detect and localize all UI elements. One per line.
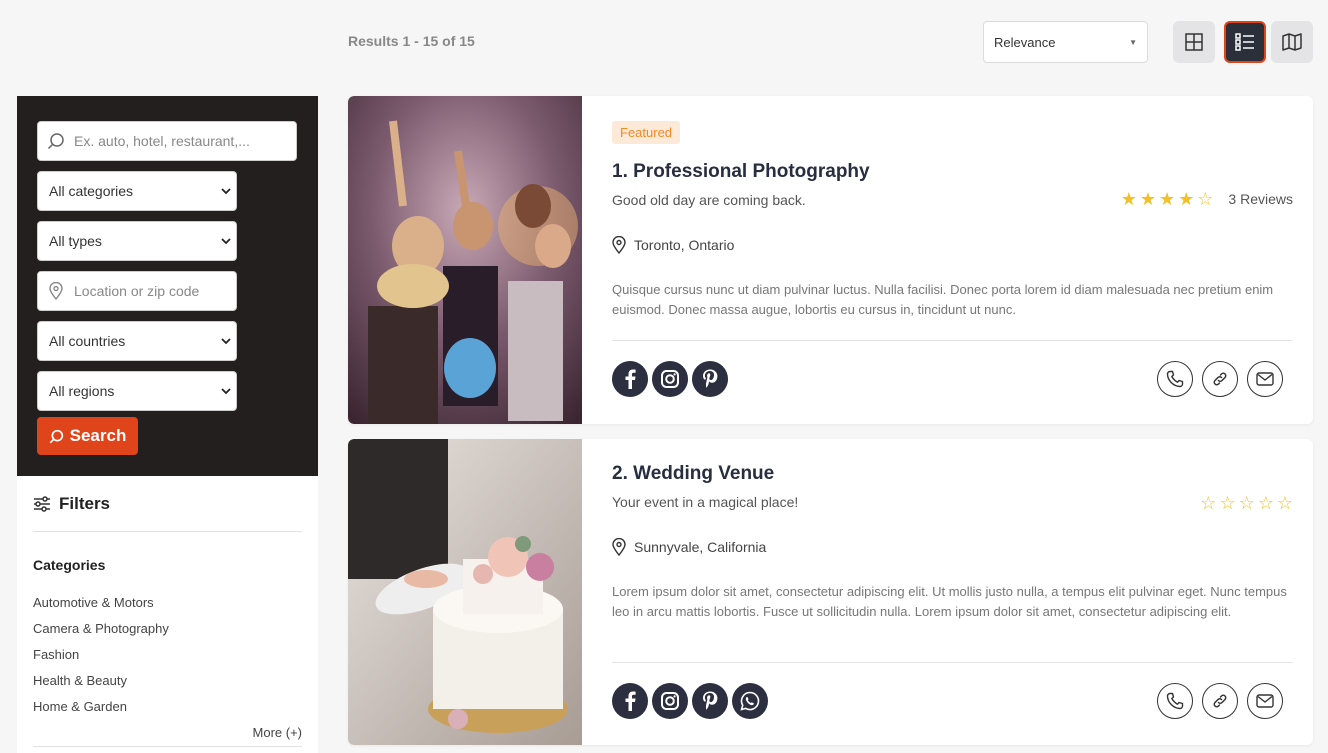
country-select-label: All countries: [49, 333, 126, 349]
chevron-down-icon: [216, 337, 236, 345]
listing-card[interactable]: 2. Wedding Venue Your event in a magical…: [348, 439, 1313, 745]
grid-view-button[interactable]: [1173, 21, 1215, 63]
location-pin-icon: [38, 282, 74, 300]
star-empty-icon: ☆: [1197, 189, 1214, 209]
star-empty-icon: ☆: [1276, 493, 1293, 513]
sliders-icon: [34, 496, 50, 512]
location-pin-icon: [612, 236, 626, 254]
chevron-down-icon: [216, 387, 236, 395]
link-icon[interactable]: [1202, 361, 1238, 397]
search-button[interactable]: Search: [37, 417, 138, 455]
category-list: Automotive & Motors Camera & Photography…: [33, 595, 169, 725]
listing-card[interactable]: Featured 1. Professional Photography Goo…: [348, 96, 1313, 424]
listing-tagline: Your event in a magical place!: [612, 494, 799, 510]
divider: [33, 531, 302, 532]
divider: [33, 746, 302, 747]
more-categories-link[interactable]: More (+): [253, 725, 302, 740]
star-empty-icon: ☆: [1219, 493, 1236, 513]
category-item[interactable]: Automotive & Motors: [33, 595, 169, 621]
region-select-label: All regions: [49, 383, 115, 399]
filters-panel: Filters Categories Automotive & Motors C…: [17, 476, 318, 753]
location-placeholder: Location or zip code: [74, 283, 200, 299]
listing-actions: [1157, 683, 1283, 719]
divider: [612, 662, 1293, 663]
type-select-label: All types: [49, 233, 102, 249]
star-empty-icon: ☆: [1257, 493, 1274, 513]
star-filled-icon: ★: [1139, 189, 1156, 209]
listing-location: Sunnyvale, California: [612, 538, 766, 556]
facebook-icon[interactable]: [612, 683, 648, 719]
category-item[interactable]: Home & Garden: [33, 699, 169, 725]
list-icon: [1235, 33, 1254, 51]
listing-location: Toronto, Ontario: [612, 236, 734, 254]
keyword-placeholder: Ex. auto, hotel, restaurant,...: [74, 133, 250, 149]
phone-icon[interactable]: [1157, 683, 1193, 719]
listing-actions: [1157, 361, 1283, 397]
star-filled-icon: ★: [1178, 189, 1195, 209]
featured-badge: Featured: [612, 121, 681, 144]
category-select[interactable]: All categories: [37, 171, 237, 211]
listing-location-text: Sunnyvale, California: [634, 539, 767, 555]
filters-title: Filters: [59, 494, 111, 513]
results-count: Results 1 - 15 of 15: [348, 33, 475, 49]
location-input[interactable]: Location or zip code: [37, 271, 237, 311]
instagram-icon[interactable]: [652, 683, 688, 719]
map-icon: [1282, 33, 1302, 51]
sort-select[interactable]: Relevance ▼: [983, 21, 1148, 63]
listing-rating: ☆ ☆ ☆ ☆ ☆: [1200, 494, 1293, 512]
search-icon: [38, 132, 74, 150]
categories-title: Categories: [33, 557, 106, 573]
keyword-input[interactable]: Ex. auto, hotel, restaurant,...: [37, 121, 297, 161]
star-empty-icon: ☆: [1238, 493, 1255, 513]
facebook-icon[interactable]: [612, 361, 648, 397]
map-view-button[interactable]: [1271, 21, 1313, 63]
whatsapp-icon[interactable]: [732, 683, 768, 719]
listing-photo-wedding-cake[interactable]: [348, 439, 582, 745]
search-icon: [49, 429, 63, 443]
category-item[interactable]: Camera & Photography: [33, 621, 169, 647]
reviews-count[interactable]: 3 Reviews: [1228, 191, 1293, 207]
phone-icon[interactable]: [1157, 361, 1193, 397]
instagram-icon[interactable]: [652, 361, 688, 397]
category-select-label: All categories: [49, 183, 134, 199]
grid-icon: [1185, 33, 1203, 51]
country-select[interactable]: All countries: [37, 321, 237, 361]
social-links: [612, 361, 728, 397]
listing-photo-party[interactable]: [348, 96, 582, 424]
listing-tagline: Good old day are coming back.: [612, 192, 806, 208]
chevron-down-icon: [216, 187, 236, 195]
divider: [612, 340, 1293, 341]
category-item[interactable]: Fashion: [33, 647, 169, 673]
social-links: [612, 683, 768, 719]
listing-title[interactable]: 1. Professional Photography: [612, 161, 870, 183]
listing-rating: ★ ★ ★ ★ ☆ 3 Reviews: [1121, 190, 1293, 208]
region-select[interactable]: All regions: [37, 371, 237, 411]
star-empty-icon: ☆: [1200, 493, 1217, 513]
chevron-down-icon: [216, 237, 236, 245]
sort-selected-label: Relevance: [994, 34, 1056, 50]
category-item[interactable]: Health & Beauty: [33, 673, 169, 699]
caret-down-icon: ▼: [1129, 38, 1137, 47]
filters-header: Filters: [33, 494, 110, 514]
link-icon[interactable]: [1202, 683, 1238, 719]
type-select[interactable]: All types: [37, 221, 237, 261]
listing-title[interactable]: 2. Wedding Venue: [612, 463, 774, 485]
star-filled-icon: ★: [1158, 189, 1176, 209]
search-button-label: Search: [69, 426, 127, 445]
star-filled-icon: ★: [1120, 189, 1137, 209]
listing-location-text: Toronto, Ontario: [634, 237, 735, 253]
email-icon[interactable]: [1247, 683, 1283, 719]
email-icon[interactable]: [1247, 361, 1283, 397]
list-view-button[interactable]: [1224, 21, 1266, 63]
location-pin-icon: [612, 538, 626, 556]
pinterest-icon[interactable]: [692, 361, 728, 397]
search-panel: Ex. auto, hotel, restaurant,... All cate…: [17, 96, 318, 476]
listing-description: Lorem ipsum dolor sit amet, consectetur …: [612, 584, 1287, 619]
listing-description: Quisque cursus nunc ut diam pulvinar luc…: [612, 282, 1274, 317]
pinterest-icon[interactable]: [692, 683, 728, 719]
